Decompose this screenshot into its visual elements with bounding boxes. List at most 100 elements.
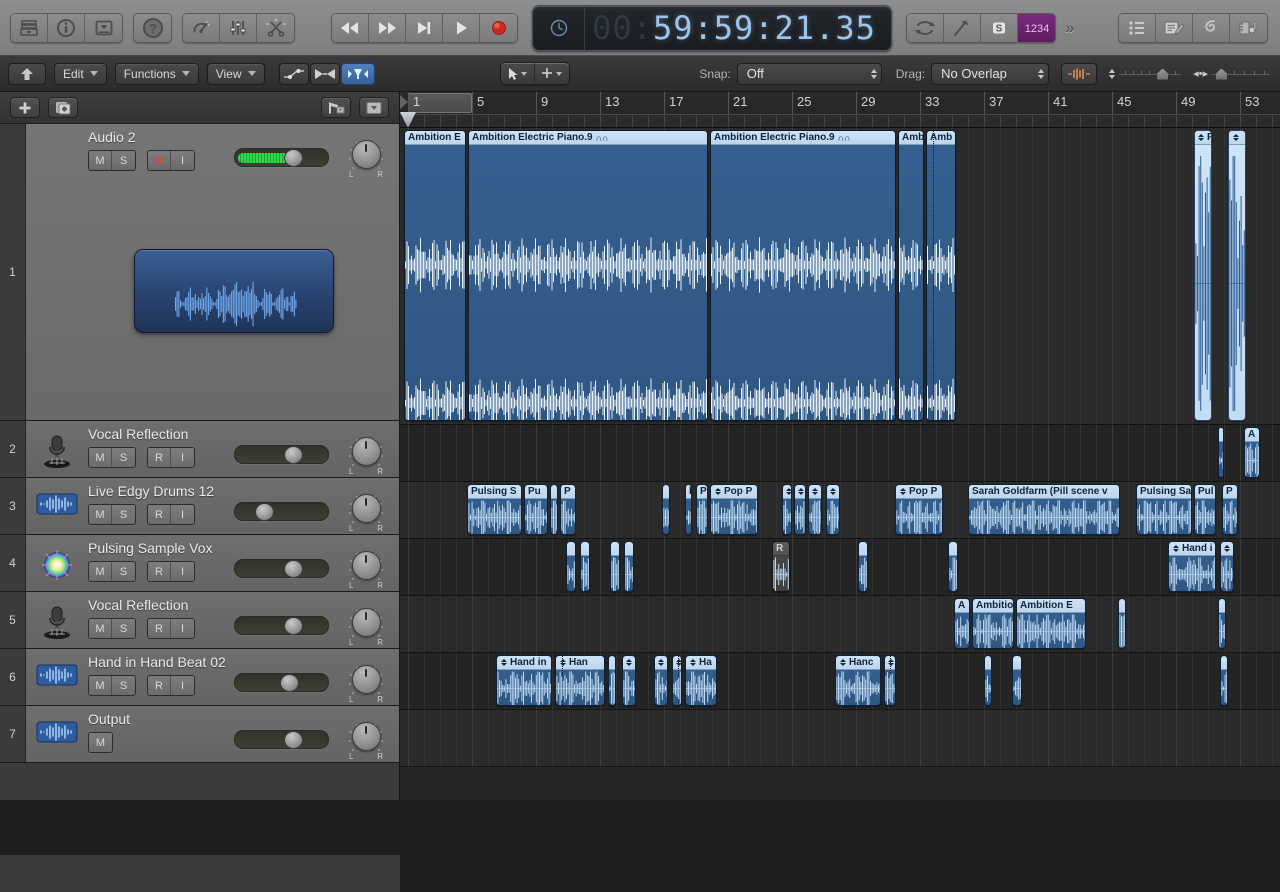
track-name[interactable]: Vocal Reflection [88,597,188,613]
audio-region[interactable] [1218,598,1226,649]
audio-region[interactable]: l [685,484,692,535]
track-s-button[interactable]: S [112,505,135,524]
lists-icon[interactable] [1119,14,1156,42]
tempo-icon[interactable] [183,14,220,42]
menu-functions[interactable]: Functions [115,63,199,85]
audio-region[interactable]: Pulsing Sa [1136,484,1192,535]
media-icon[interactable] [1230,14,1267,42]
track-name[interactable]: Hand in Hand Beat 02 [88,654,226,670]
audio-region[interactable]: P [560,484,576,535]
track-r-button[interactable]: R [148,676,171,695]
audio-waveform-icon[interactable] [36,718,78,754]
track-name[interactable]: Output [88,711,130,727]
volume-knob[interactable] [284,560,303,578]
pan-dial[interactable] [352,437,381,466]
track-volume-slider[interactable] [234,502,329,521]
volume-knob[interactable] [280,674,299,692]
audio-region[interactable]: Sarah Goldfarm (Pill scene v [968,484,1120,535]
solo-icon[interactable]: S [981,14,1018,42]
horizontal-zoom-track[interactable] [1212,69,1270,79]
snap-select[interactable]: Off [737,63,882,85]
audio-region[interactable] [1218,427,1224,478]
track-volume-slider[interactable] [234,559,329,578]
track-volume-slider[interactable] [234,730,329,749]
arrange-lane-1[interactable]: Ambition E Ambition Electric Piano.9∩∩ A… [400,128,1280,425]
track-header-7[interactable]: 7 Output M LR [0,706,399,763]
audio-region[interactable] [624,541,634,592]
go-to-end-icon[interactable] [406,14,443,42]
bar-ruler[interactable]: 15913172125293337414549535 [400,92,1280,128]
audio-region[interactable] [948,541,958,592]
audio-region[interactable]: Ha [685,655,717,706]
track-volume-slider[interactable] [234,148,329,167]
track-header-4[interactable]: 4 Pulsing Sample Vox MSRI LR [0,535,399,592]
audio-region[interactable] [1220,655,1228,706]
audio-region[interactable] [566,541,576,592]
duplicate-track-button[interactable] [48,97,78,118]
audio-region[interactable]: Ambition E [1016,598,1086,649]
audio-region[interactable] [654,655,668,706]
track-pan-knob[interactable]: LR [348,665,384,705]
track-m-button[interactable]: M [89,676,112,695]
track-m-button[interactable]: M [89,448,112,467]
vertical-zoom-stepper-icon[interactable] [1109,69,1115,79]
audio-region[interactable] [608,655,616,706]
track-m-button[interactable]: M [89,562,112,581]
track-pan-knob[interactable]: LR [348,494,384,534]
track-i-button[interactable]: I [171,448,194,467]
audio-waveform-icon[interactable] [36,490,78,526]
audio-region[interactable]: Amb [926,130,956,421]
track-volume-slider[interactable] [234,616,329,635]
audio-region[interactable] [622,655,636,706]
track-header-5[interactable]: 5 Vocal Reflection MSRI LR [0,592,399,649]
track-pan-knob[interactable]: LR [348,437,384,477]
flex-icon[interactable] [310,63,340,85]
pan-dial[interactable] [352,494,381,523]
audio-region[interactable] [550,484,558,535]
audio-region[interactable] [782,484,792,535]
audio-region[interactable] [794,484,806,535]
volume-knob[interactable] [255,503,274,521]
audio-region[interactable]: P [696,484,708,535]
track-name[interactable]: Live Edgy Drums 12 [88,483,214,499]
audio-region[interactable]: Pul [1194,484,1216,535]
track-header-1[interactable]: 1 Audio 2 MSRI LR [0,124,399,421]
track-m-button[interactable]: M [89,151,112,170]
track-m-button[interactable]: M [89,505,112,524]
audio-region[interactable] [1012,655,1022,706]
horizontal-zoom-thumb[interactable] [1216,69,1227,80]
track-artwork[interactable] [134,249,334,333]
track-i-button[interactable]: I [171,619,194,638]
microphone-icon[interactable] [36,604,78,640]
audio-region[interactable]: Pop P [895,484,943,535]
track-m-button[interactable]: M [89,733,112,752]
loop-browser-icon[interactable] [1193,14,1230,42]
track-header-3[interactable]: 3 Live Edgy Drums 12 MSRI LR [0,478,399,535]
play-icon[interactable] [443,14,480,42]
horizontal-zoom-stepper-icon[interactable]: ◂•▸ [1193,67,1208,80]
audio-region[interactable] [884,655,896,706]
audio-region[interactable]: R [772,541,790,592]
automation-icon[interactable] [279,63,309,85]
audio-waveform-icon[interactable] [36,661,78,697]
track-i-button[interactable]: I [171,505,194,524]
global-tracks-button[interactable] [321,97,351,118]
track-s-button[interactable]: S [112,448,135,467]
track-i-button[interactable]: I [171,676,194,695]
audio-region[interactable]: Pulsing S [467,484,522,535]
hide-tracks-button[interactable] [359,97,389,118]
audio-region[interactable]: Ambition E [404,130,466,421]
audio-region[interactable]: Amb [898,130,924,421]
audio-region[interactable]: Hand i [1168,541,1216,592]
volume-knob[interactable] [284,617,303,635]
track-s-button[interactable]: S [112,619,135,638]
menu-edit[interactable]: Edit [54,63,107,85]
arrange-lane-4[interactable]: R Hand i [400,539,1280,596]
track-r-button[interactable]: R [148,151,171,170]
microphone-icon[interactable] [36,433,78,469]
scissors-icon[interactable] [257,14,294,42]
count-in-icon[interactable]: 1234 [1018,14,1055,42]
track-pan-knob[interactable]: LR [348,608,384,648]
audio-region[interactable]: Pop P [710,484,758,535]
track-m-button[interactable]: M [89,619,112,638]
